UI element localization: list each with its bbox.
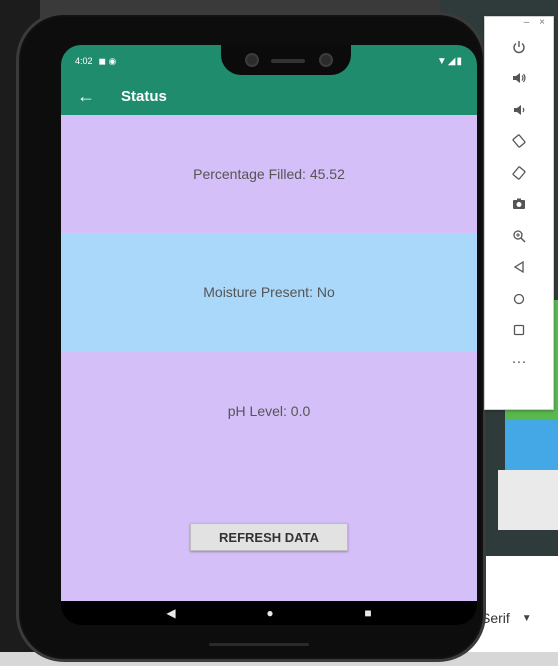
volume-down-icon[interactable] bbox=[485, 94, 553, 126]
percentage-filled-section: Percentage Filled: 45.52 bbox=[61, 115, 477, 233]
camera-screenshot-icon[interactable] bbox=[485, 189, 553, 221]
power-icon[interactable] bbox=[485, 31, 553, 63]
app-bar: ← Status bbox=[61, 77, 477, 115]
moisture-section: Moisture Present: No bbox=[61, 233, 477, 351]
rotate-left-icon[interactable] bbox=[485, 126, 553, 158]
phone-chin bbox=[209, 643, 309, 646]
desktop-card bbox=[498, 470, 558, 530]
nav-recents-icon[interactable]: ■ bbox=[364, 606, 371, 620]
camera-notch bbox=[221, 45, 351, 75]
nav-back-icon[interactable]: ◀ bbox=[166, 606, 175, 620]
android-nav-bar: ◀ ● ■ bbox=[61, 601, 477, 625]
minimize-button[interactable]: – bbox=[524, 17, 530, 31]
arrow-left-icon[interactable]: ← bbox=[77, 86, 101, 107]
home-circle-icon[interactable] bbox=[485, 283, 553, 315]
status-notification-icons: ◼ ◉ bbox=[98, 55, 117, 66]
volume-up-icon[interactable] bbox=[485, 63, 553, 95]
moisture-present-text: Moisture Present: No bbox=[203, 284, 335, 300]
camera-icon bbox=[245, 53, 259, 67]
chevron-down-icon: ▼ bbox=[521, 612, 532, 624]
phone-screen: 4:02 ◼ ◉ ▼◢▮ ← Status Percentage Filled:… bbox=[61, 45, 477, 625]
overview-square-icon[interactable] bbox=[485, 315, 553, 347]
phone-frame: 4:02 ◼ ◉ ▼◢▮ ← Status Percentage Filled:… bbox=[16, 12, 486, 662]
more-options-icon[interactable]: ··· bbox=[485, 346, 553, 378]
ph-level-section: pH Level: 0.0 bbox=[61, 351, 477, 601]
ph-level-text: pH Level: 0.0 bbox=[227, 403, 311, 419]
status-signal-battery-icons: ▼◢▮ bbox=[436, 55, 463, 67]
close-button[interactable]: × bbox=[539, 17, 545, 31]
back-triangle-icon[interactable] bbox=[485, 252, 553, 284]
percentage-filled-text: Percentage Filled: 45.52 bbox=[193, 166, 345, 182]
refresh-data-button[interactable]: REFRESH DATA bbox=[190, 523, 348, 551]
page-title: Status bbox=[121, 87, 167, 105]
speaker-grille bbox=[271, 59, 305, 63]
zoom-icon[interactable] bbox=[485, 220, 553, 252]
status-time: 4:02 bbox=[75, 56, 93, 66]
rotate-right-icon[interactable] bbox=[485, 157, 553, 189]
toolbar-window-controls: – × bbox=[485, 17, 553, 31]
emulator-toolbar: – × ··· bbox=[484, 16, 554, 410]
camera-icon bbox=[319, 53, 333, 67]
nav-home-icon[interactable]: ● bbox=[266, 606, 273, 620]
